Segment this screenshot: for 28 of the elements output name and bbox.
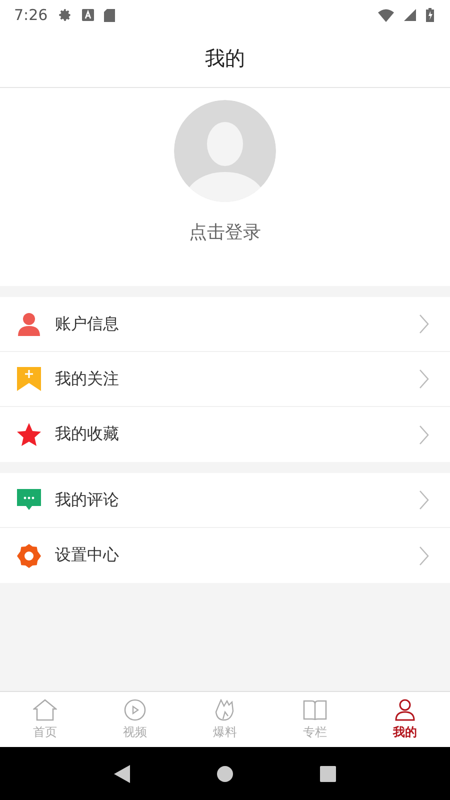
chevron-icon xyxy=(419,314,429,334)
settings-icon xyxy=(17,544,41,568)
person-icon xyxy=(17,312,41,336)
chevron-icon xyxy=(419,369,429,389)
battery-icon xyxy=(426,8,434,22)
flame-icon xyxy=(214,698,236,720)
person-icon xyxy=(394,698,416,720)
home-icon[interactable] xyxy=(216,766,233,782)
book-icon xyxy=(303,698,327,720)
signal-icon xyxy=(404,9,416,21)
chevron-icon xyxy=(419,424,429,444)
home-icon xyxy=(33,698,57,720)
play-icon xyxy=(124,698,146,720)
comment-icon xyxy=(17,488,41,512)
font-icon xyxy=(82,9,94,21)
bookmark-icon xyxy=(17,367,41,391)
chevron-icon xyxy=(419,546,429,566)
page-title: 我的 xyxy=(205,45,245,72)
star-icon xyxy=(17,422,41,446)
tab[interactable]: 我的 xyxy=(360,692,450,747)
wifi-icon xyxy=(378,8,394,22)
status-time: 7:26 xyxy=(14,6,48,24)
settings-icon xyxy=(58,8,72,22)
login-link[interactable]: 点击登录 xyxy=(189,220,261,244)
chevron-icon xyxy=(419,490,429,510)
sd-card-icon xyxy=(104,8,115,22)
back-icon[interactable] xyxy=(114,764,130,782)
recents-icon[interactable] xyxy=(320,766,336,782)
